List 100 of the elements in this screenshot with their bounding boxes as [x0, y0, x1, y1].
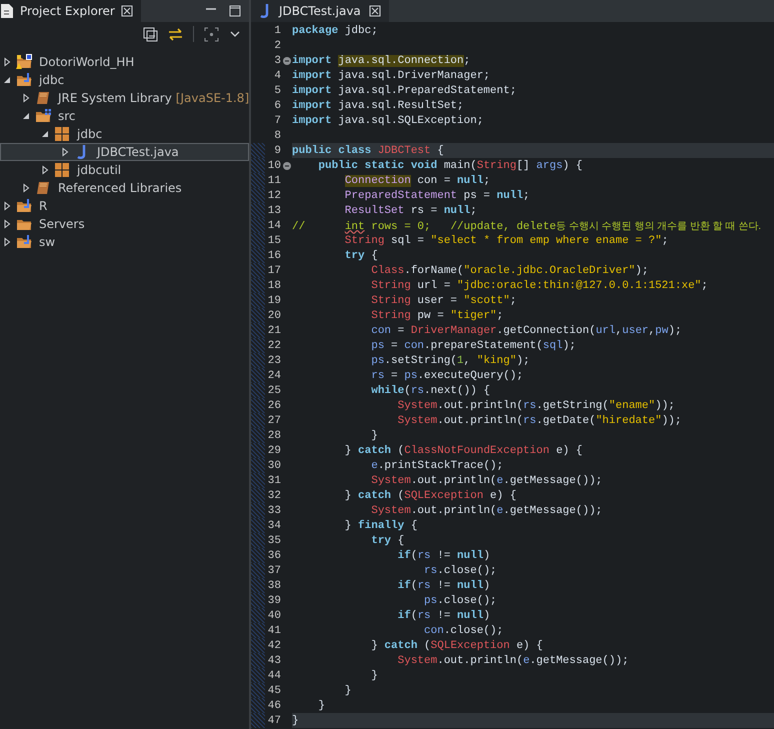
- code-line: }: [317, 700, 326, 712]
- code-line: PreparedStatement ps = null;: [344, 190, 530, 202]
- project-folder-icon: [16, 234, 32, 250]
- code-line: }: [370, 670, 378, 682]
- code-line: System.out.println(e.getMessage());: [370, 504, 602, 516]
- close-icon[interactable]: [120, 5, 133, 17]
- expanded-arrow-icon[interactable]: [21, 111, 31, 121]
- line-number: 1: [273, 24, 281, 36]
- line-number: 35: [266, 534, 281, 546]
- line-number: 34: [266, 520, 281, 532]
- ruler-stripe: [251, 338, 265, 353]
- tree-item[interactable]: src: [0, 107, 249, 125]
- tree-item[interactable]: jdbc: [0, 71, 249, 89]
- tree-item[interactable]: sw: [0, 233, 249, 251]
- collapsed-arrow-icon[interactable]: [60, 147, 70, 157]
- tree-item[interactable]: JDBCTest.java: [0, 143, 249, 161]
- java-file-icon: [259, 3, 271, 19]
- focus-icon[interactable]: [204, 26, 219, 42]
- tree-item[interactable]: jdbc: [0, 125, 249, 143]
- ruler-stripe: [251, 263, 265, 278]
- code-line: try {: [344, 250, 378, 262]
- line-number: 16: [266, 250, 281, 262]
- code-line: } finally {: [344, 520, 418, 532]
- ruler-stripe: [251, 518, 265, 533]
- line-number: 47: [266, 714, 281, 726]
- ruler-stripe: [251, 488, 265, 503]
- code-line: Class.forName("oracle.jdbc.OracleDriver");: [370, 264, 648, 276]
- code-line: try {: [370, 534, 404, 546]
- tree-item[interactable]: Servers: [0, 215, 249, 233]
- ruler-stripe: [251, 428, 265, 443]
- maximize-icon[interactable]: [229, 5, 241, 17]
- line-number: 8: [273, 130, 281, 142]
- ruler-stripe: [251, 623, 265, 638]
- fold-icon[interactable]: [282, 162, 290, 170]
- sync-arrows-icon[interactable]: [168, 26, 183, 42]
- ruler-stripe: [251, 308, 265, 323]
- line-number: 43: [266, 654, 281, 666]
- ruler-stripe: [251, 503, 265, 518]
- line-number: 21: [266, 324, 281, 336]
- code-line: package jdbc;: [292, 24, 378, 36]
- code-line: String pw = "tiger";: [370, 310, 504, 322]
- collapsed-arrow-icon[interactable]: [21, 183, 31, 193]
- line-number: 7: [273, 114, 281, 126]
- collapsed-arrow-icon[interactable]: [2, 237, 12, 247]
- line-number: 4: [273, 70, 281, 82]
- code-line: ResultSet rs = null;: [344, 204, 477, 216]
- collapse-all-icon[interactable]: [143, 26, 158, 42]
- ruler-stripe: [251, 218, 265, 233]
- line-number: 42: [266, 640, 281, 652]
- code-line: rs.close();: [423, 564, 497, 576]
- collapsed-arrow-icon[interactable]: [2, 201, 12, 211]
- code-line: ps = con.prepareStatement(sql);: [370, 340, 576, 352]
- book-icon: [35, 90, 51, 106]
- ruler-stripe: [251, 443, 265, 458]
- tree-item[interactable]: Referenced Libraries: [0, 179, 249, 197]
- code-line: import java.sql.SQLException;: [292, 114, 484, 126]
- ruler-stripe: [251, 563, 265, 578]
- collapsed-arrow-icon[interactable]: [21, 93, 31, 103]
- ruler-stripe: [251, 473, 265, 488]
- collapsed-arrow-icon[interactable]: [40, 165, 50, 175]
- tree-item[interactable]: jdbcutil: [0, 161, 249, 179]
- project-folder-icon: [16, 54, 32, 70]
- line-number: 10: [266, 160, 281, 172]
- line-number: 28: [266, 430, 281, 442]
- editor-tab[interactable]: JDBCTest.java: [251, 0, 389, 22]
- tree-item[interactable]: JRE System Library [JavaSE-1.8]: [0, 89, 249, 107]
- line-number: 6: [273, 100, 281, 112]
- expanded-arrow-icon[interactable]: [40, 129, 50, 139]
- ruler-stripe: [251, 203, 265, 218]
- ruler-stripe: [251, 368, 265, 383]
- collapsed-arrow-icon[interactable]: [2, 219, 12, 229]
- line-number: 11: [266, 174, 281, 186]
- code-line: con.close();: [423, 624, 504, 636]
- line-number: 29: [266, 444, 281, 456]
- code-line: if(rs != null): [396, 550, 490, 562]
- view-tab[interactable]: Project Explorer: [0, 0, 141, 22]
- code-line: }: [370, 430, 378, 442]
- code-line: import java.sql.DriverManager;: [292, 70, 490, 82]
- code-line: // int rows = 0; //update, delete등 수행시 수행된 행의 개수를 반환 할 때 쓴다.: [292, 220, 762, 232]
- tree-item[interactable]: R: [0, 197, 249, 215]
- code-line: String url = "jdbc:oracle:thin:@127.0.0.1:1521:xe";: [370, 280, 708, 292]
- code-line: System.out.println(e.getMessage());: [370, 474, 602, 486]
- line-number: 3: [273, 54, 281, 66]
- tree-item[interactable]: DotoriWorld_HH: [0, 53, 249, 71]
- fold-icon[interactable]: [282, 56, 290, 64]
- line-number: 2: [273, 40, 281, 52]
- package-icon: [54, 162, 70, 178]
- line-number: 22: [266, 340, 281, 352]
- ruler-stripe: [251, 698, 265, 713]
- ruler-stripe: [251, 608, 265, 623]
- view-title: Project Explorer: [20, 4, 115, 18]
- expanded-arrow-icon[interactable]: [2, 75, 12, 85]
- code-line: rs = ps.executeQuery();: [370, 370, 524, 382]
- project-folder-icon: [16, 198, 32, 214]
- ruler-stripe: [251, 398, 265, 413]
- code-line: String sql = "select * from emp where ename = ?";: [344, 234, 668, 246]
- line-number: 38: [266, 580, 281, 592]
- collapsed-arrow-icon[interactable]: [2, 57, 12, 67]
- close-icon[interactable]: [368, 5, 381, 17]
- code-line: con = DriverManager.getConnection(url,user,pw);: [370, 324, 682, 336]
